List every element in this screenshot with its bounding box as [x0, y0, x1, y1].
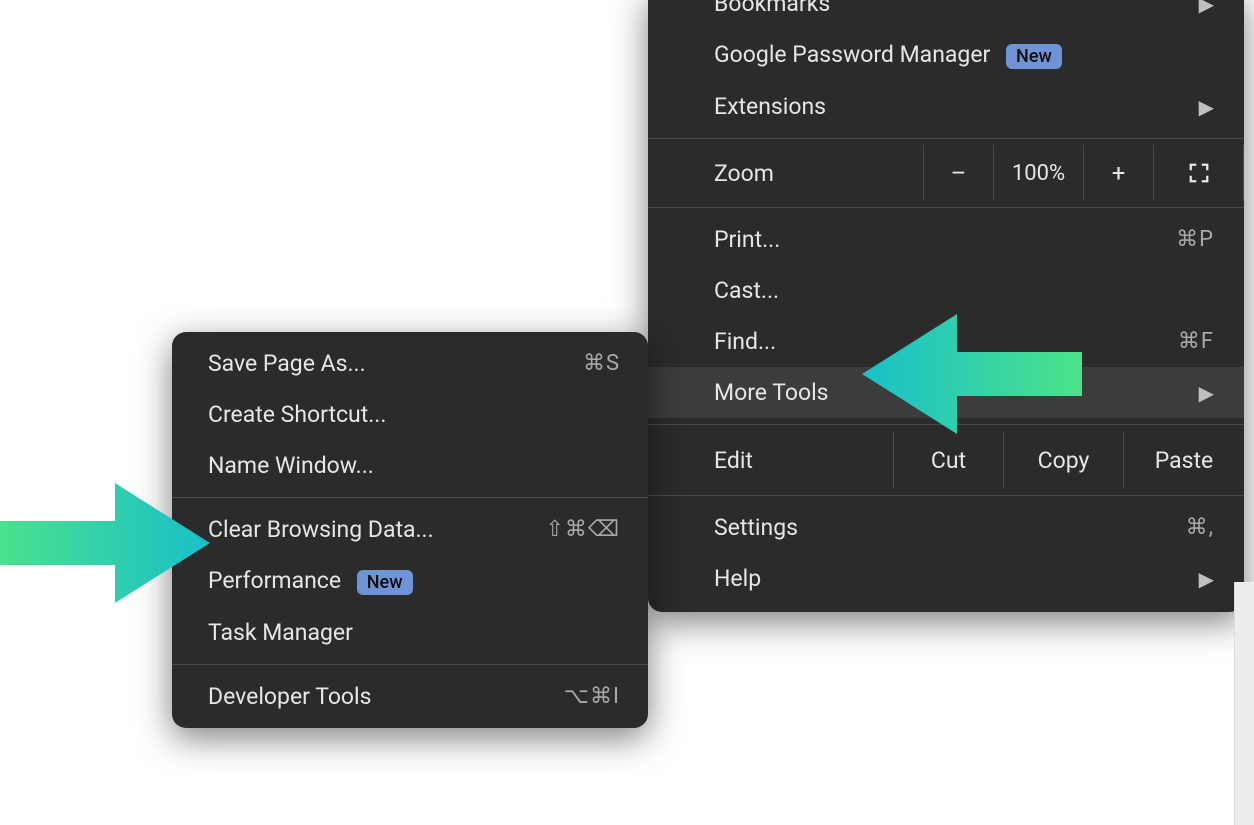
menu-item-label: Extensions [714, 93, 826, 120]
menu-item-print[interactable]: Print... ⌘P [648, 214, 1244, 265]
menu-item-label: Clear Browsing Data... [208, 516, 434, 543]
chevron-right-icon: ▶ [1199, 567, 1214, 591]
chrome-main-menu: Bookmarks ▶ Google Password Manager New … [648, 0, 1244, 612]
annotation-arrow-more-tools [862, 314, 1082, 434]
menu-separator [648, 207, 1244, 208]
menu-item-label: Settings [714, 514, 798, 541]
menu-item-settings[interactable]: Settings ⌘, [648, 502, 1244, 553]
zoom-percent: 100% [994, 145, 1084, 201]
menu-separator [172, 664, 648, 665]
annotation-arrow-clear-browsing-data [0, 483, 210, 603]
menu-item-bookmarks[interactable]: Bookmarks ▶ [648, 0, 1244, 29]
menu-item-label: Create Shortcut... [208, 401, 386, 428]
menu-separator [648, 495, 1244, 496]
edit-paste-button[interactable]: Paste [1124, 431, 1244, 489]
submenu-item-name-window[interactable]: Name Window... [172, 440, 648, 491]
menu-item-zoom: Zoom – 100% + [648, 145, 1244, 201]
menu-item-label: Help [714, 565, 761, 592]
menu-item-extensions[interactable]: Extensions ▶ [648, 81, 1244, 132]
menu-separator [172, 497, 648, 498]
menu-item-label: Cast... [714, 277, 779, 304]
zoom-in-button[interactable]: + [1084, 145, 1154, 201]
keyboard-shortcut: ⌘S [583, 351, 620, 376]
menu-item-label: Task Manager [208, 619, 353, 646]
submenu-item-developer-tools[interactable]: Developer Tools ⌥⌘I [172, 671, 648, 728]
chevron-right-icon: ▶ [1199, 0, 1214, 16]
menu-item-label: Performance New [208, 567, 413, 595]
zoom-out-button[interactable]: – [924, 145, 994, 201]
submenu-item-save-page-as[interactable]: Save Page As... ⌘S [172, 332, 648, 389]
submenu-item-task-manager[interactable]: Task Manager [172, 607, 648, 658]
keyboard-shortcut: ⌥⌘I [564, 684, 620, 709]
edit-copy-button[interactable]: Copy [1004, 431, 1124, 489]
chevron-right-icon: ▶ [1199, 381, 1214, 405]
menu-item-password-manager[interactable]: Google Password Manager New [648, 29, 1244, 81]
new-badge: New [357, 570, 413, 595]
menu-item-label: Name Window... [208, 452, 374, 479]
edit-label: Edit [648, 431, 894, 489]
edit-cut-button[interactable]: Cut [894, 431, 1004, 489]
menu-item-label: Bookmarks [714, 0, 830, 17]
menu-item-label: Print... [714, 226, 780, 253]
fullscreen-button[interactable] [1154, 145, 1244, 201]
keyboard-shortcut: ⌘P [1176, 227, 1214, 252]
menu-item-label: Google Password Manager New [714, 41, 1062, 69]
keyboard-shortcut: ⌘F [1178, 329, 1214, 354]
chevron-right-icon: ▶ [1199, 95, 1214, 119]
menu-separator [648, 138, 1244, 139]
submenu-item-performance[interactable]: Performance New [172, 555, 648, 607]
menu-item-label: Find... [714, 328, 776, 355]
menu-item-label: More Tools [714, 379, 829, 406]
submenu-item-clear-browsing-data[interactable]: Clear Browsing Data... ⇧⌘⌫ [172, 504, 648, 555]
menu-item-label: Save Page As... [208, 350, 366, 377]
fullscreen-icon [1188, 162, 1210, 184]
more-tools-submenu: Save Page As... ⌘S Create Shortcut... Na… [172, 332, 648, 728]
keyboard-shortcut: ⌘, [1186, 515, 1214, 540]
new-badge: New [1006, 44, 1062, 69]
zoom-label: Zoom [648, 145, 924, 201]
menu-item-cast[interactable]: Cast... [648, 265, 1244, 316]
menu-item-edit: Edit Cut Copy Paste [648, 431, 1244, 489]
keyboard-shortcut: ⇧⌘⌫ [545, 517, 620, 542]
menu-item-label: Developer Tools [208, 683, 372, 710]
submenu-item-create-shortcut[interactable]: Create Shortcut... [172, 389, 648, 440]
menu-item-help[interactable]: Help ▶ [648, 553, 1244, 612]
page-scrollbar[interactable] [1234, 582, 1254, 825]
